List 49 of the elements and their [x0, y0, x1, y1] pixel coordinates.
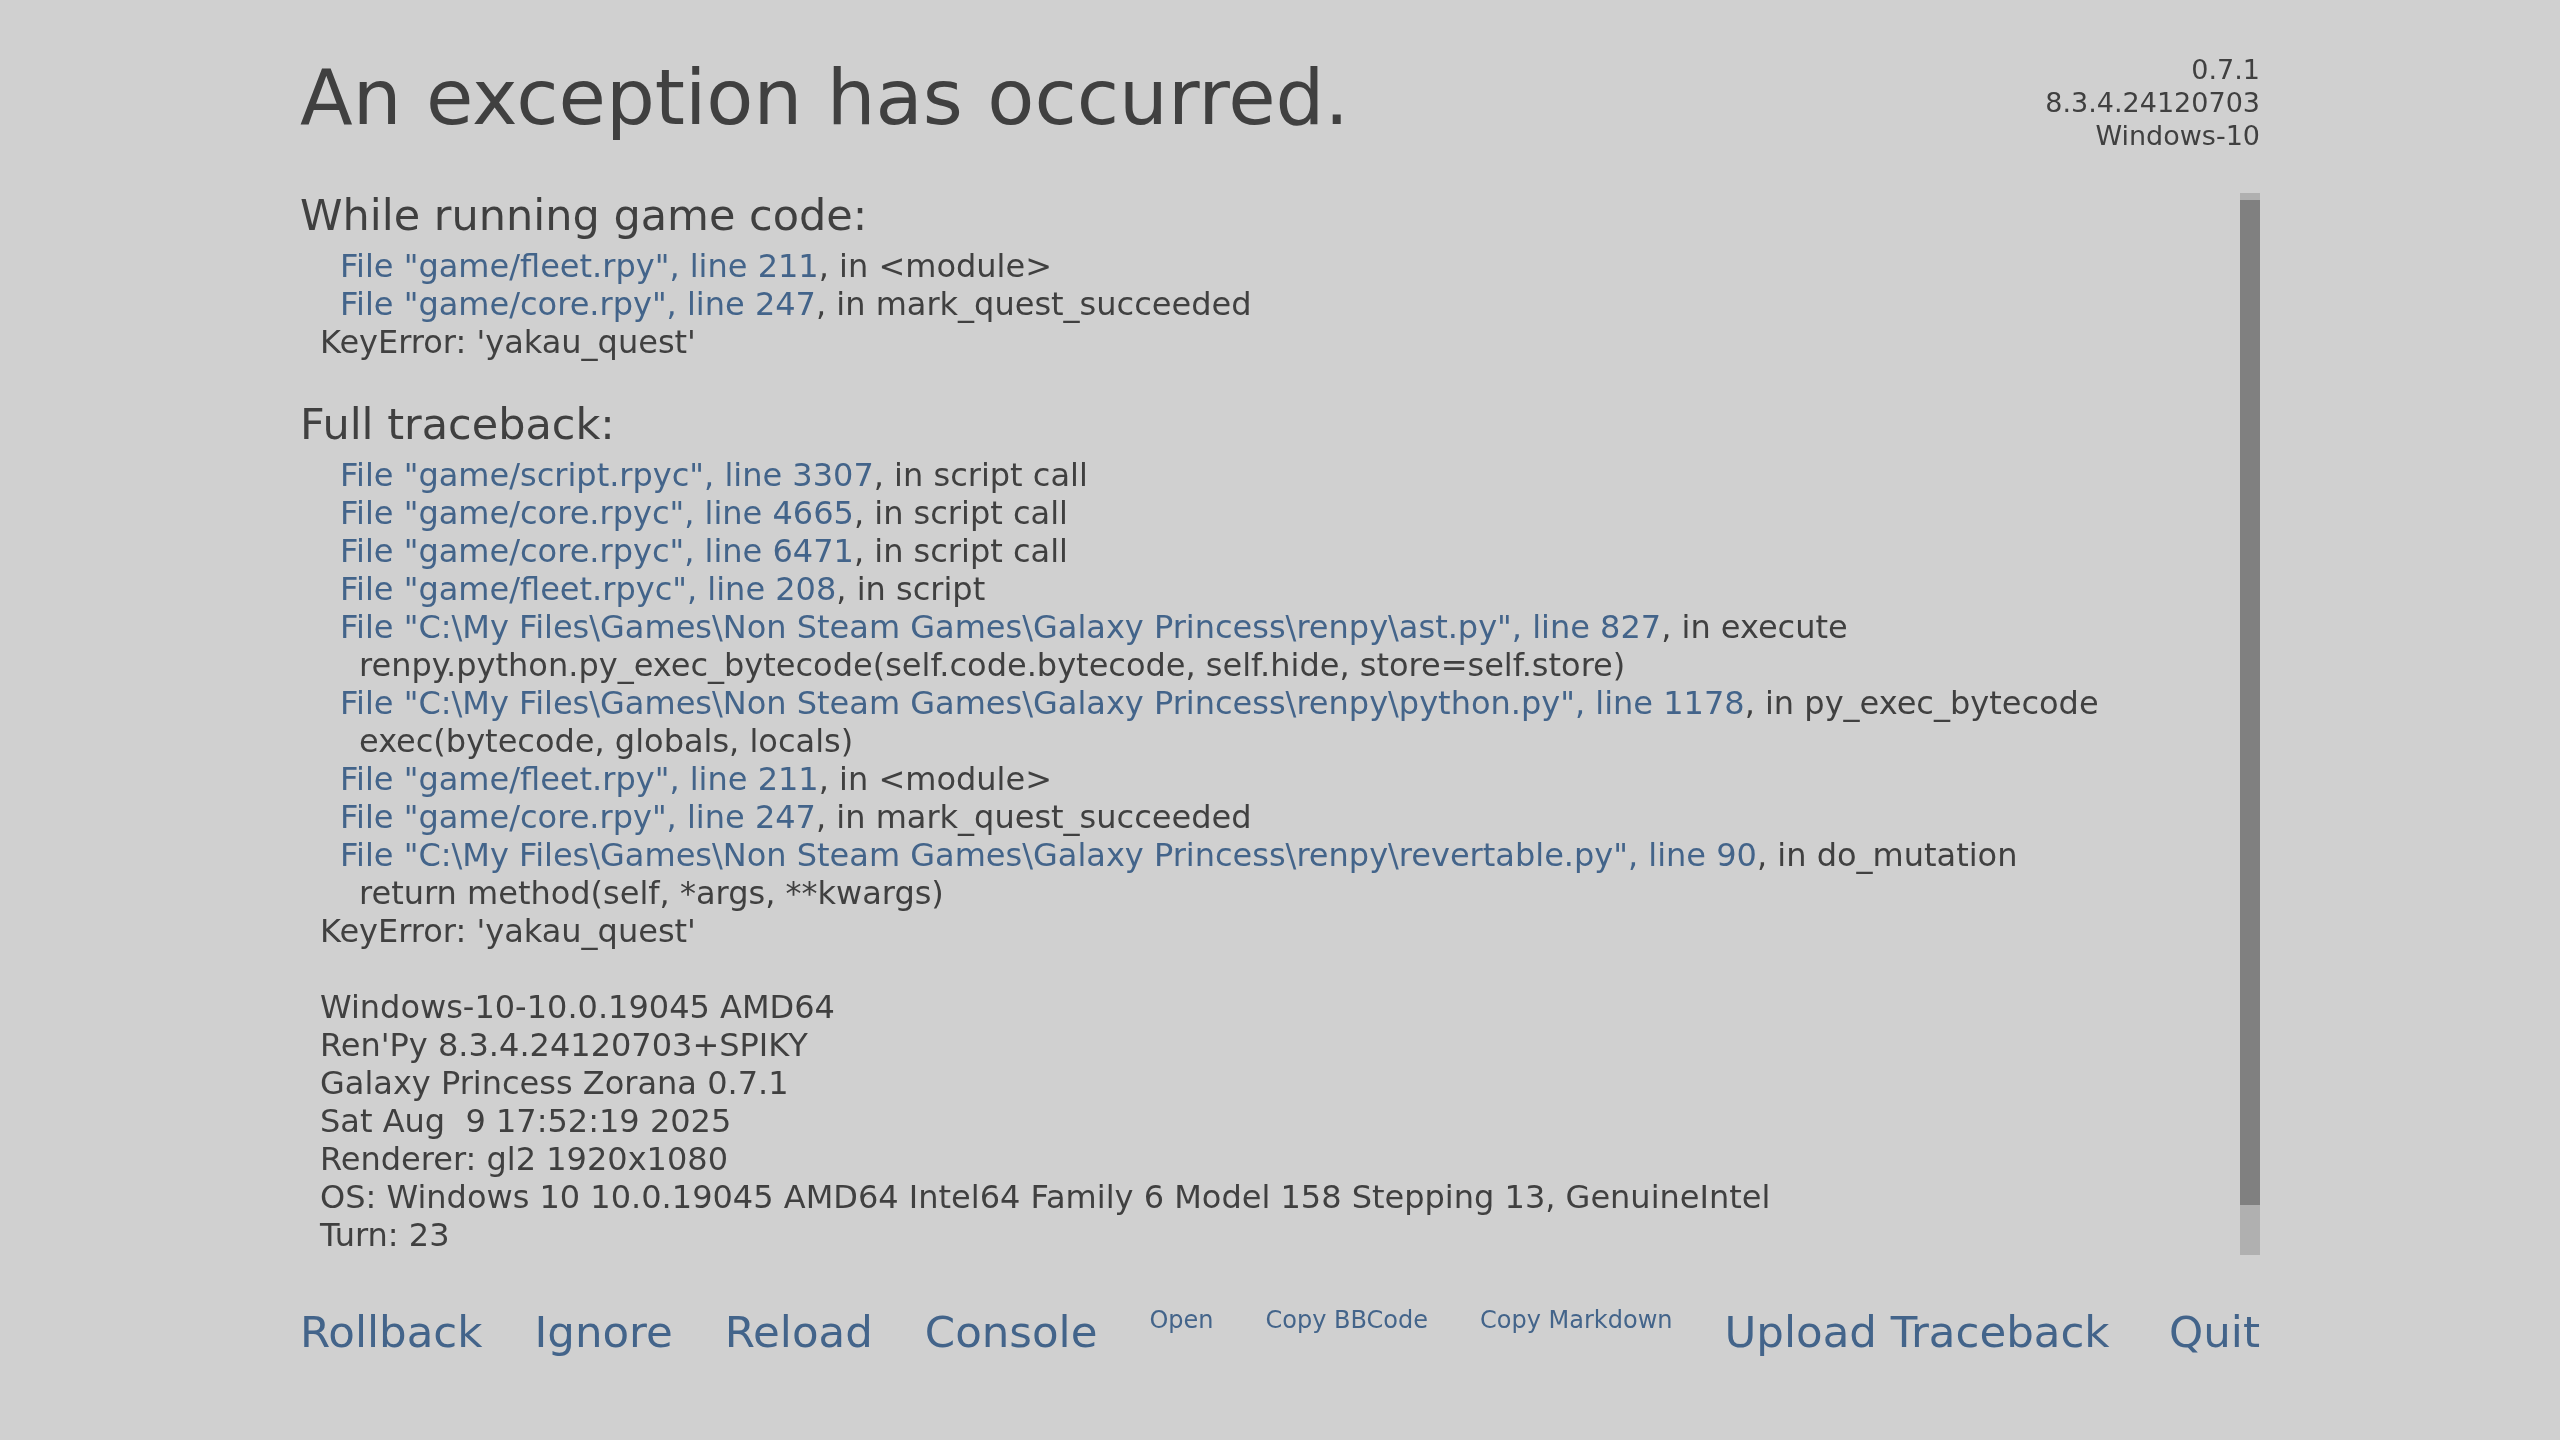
- file-link[interactable]: File "game/script.rpyc", line 3307: [340, 456, 874, 494]
- traceback-line: File "game/fleet.rpy", line 211, in <module>: [340, 760, 1052, 798]
- system-info-line: Turn: 23: [320, 1216, 450, 1254]
- code-line: renpy.python.py_exec_bytecode(self.code.bytecode, self.hide, store=self.store): [359, 646, 1626, 684]
- action-button[interactable]: Ignore: [534, 1306, 673, 1358]
- action-button[interactable]: Reload: [724, 1306, 873, 1358]
- action-button[interactable]: Open: [1149, 1306, 1214, 1335]
- version-text: 8.3.4.24120703: [2045, 86, 2260, 119]
- action-button[interactable]: Quit: [2169, 1306, 2260, 1358]
- version-text: 0.7.1: [2191, 53, 2260, 86]
- action-button[interactable]: Copy Markdown: [1480, 1306, 1673, 1335]
- traceback-line: File "C:\My Files\Games\Non Steam Games\Galaxy Princess\renpy\revertable.py", line 90, in do_mutation: [340, 836, 2018, 874]
- system-info-line: Windows-10-10.0.19045 AMD64: [320, 988, 835, 1026]
- section-heading: While running game code:: [300, 193, 869, 237]
- section-heading: Full traceback:: [300, 402, 616, 446]
- file-link[interactable]: File "game/fleet.rpy", line 211: [340, 760, 819, 798]
- system-info-line: Galaxy Princess Zorana 0.7.1: [320, 1064, 789, 1102]
- file-link[interactable]: File "game/core.rpy", line 247: [340, 285, 816, 323]
- traceback-line: File "C:\My Files\Games\Non Steam Games\Galaxy Princess\renpy\ast.py", line 827, in execute: [340, 608, 1848, 646]
- error-message: KeyError: 'yakau_quest': [320, 912, 696, 950]
- file-link[interactable]: File "game/core.rpyc", line 6471: [340, 532, 854, 570]
- system-info-line: OS: Windows 10 10.0.19045 AMD64 Intel64 Family 6 Model 158 Stepping 13, GenuineIntel: [320, 1178, 1771, 1216]
- traceback-line: File "game/core.rpyc", line 4665, in script call: [340, 494, 1068, 532]
- error-message: KeyError: 'yakau_quest': [320, 323, 696, 361]
- file-link[interactable]: File "C:\My Files\Games\Non Steam Games\Galaxy Princess\renpy\revertable.py", line 90: [340, 836, 1757, 874]
- traceback-line: File "game/script.rpyc", line 3307, in script call: [340, 456, 1088, 494]
- traceback-line: File "game/core.rpyc", line 6471, in script call: [340, 532, 1068, 570]
- code-line: return method(self, *args, **kwargs): [359, 874, 944, 912]
- action-button[interactable]: Copy BBCode: [1265, 1306, 1429, 1335]
- file-link[interactable]: File "game/core.rpy", line 247: [340, 798, 816, 836]
- code-line: exec(bytecode, globals, locals): [359, 722, 854, 760]
- action-button[interactable]: Rollback: [300, 1306, 483, 1358]
- traceback-line: File "game/core.rpy", line 247, in mark_quest_succeeded: [340, 285, 1252, 323]
- system-info-line: Ren'Py 8.3.4.24120703+SPIKY: [320, 1026, 808, 1064]
- error-title: An exception has occurred.: [300, 53, 1349, 143]
- traceback-line: File "game/core.rpy", line 247, in mark_quest_succeeded: [340, 798, 1252, 836]
- system-info-line: Sat Aug 9 17:52:19 2025: [320, 1102, 732, 1140]
- file-link[interactable]: File "game/fleet.rpyc", line 208: [340, 570, 837, 608]
- traceback-line: File "game/fleet.rpy", line 211, in <module>: [340, 247, 1052, 285]
- file-link[interactable]: File "game/fleet.rpy", line 211: [340, 247, 819, 285]
- action-button[interactable]: Upload Traceback: [1724, 1306, 2110, 1358]
- system-info-line: Renderer: gl2 1920x1080: [320, 1140, 728, 1178]
- traceback-line: File "game/fleet.rpyc", line 208, in script: [340, 570, 986, 608]
- file-link[interactable]: File "C:\My Files\Games\Non Steam Games\Galaxy Princess\renpy\ast.py", line 827: [340, 608, 1662, 646]
- file-link[interactable]: File "C:\My Files\Games\Non Steam Games\Galaxy Princess\renpy\python.py", line 1178: [340, 684, 1745, 722]
- action-button[interactable]: Console: [924, 1306, 1098, 1358]
- traceback-line: File "C:\My Files\Games\Non Steam Games\Galaxy Princess\renpy\python.py", line 1178, in py_exec_bytecode: [340, 684, 2099, 722]
- file-link[interactable]: File "game/core.rpyc", line 4665: [340, 494, 854, 532]
- version-text: Windows-10: [2095, 119, 2260, 152]
